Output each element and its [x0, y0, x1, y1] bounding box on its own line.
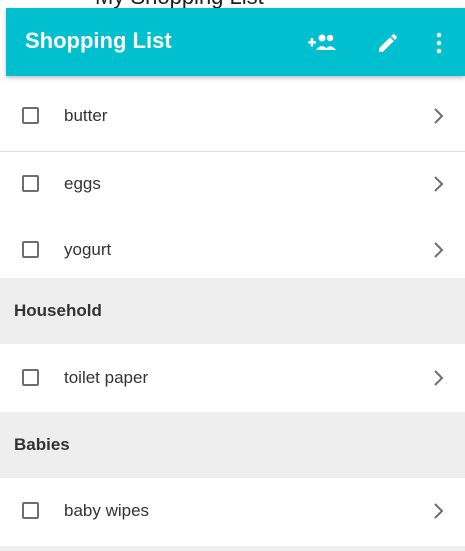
app-bar: Shopping List: [6, 8, 465, 76]
shopping-list: butter eggs yogurt Household toilet pape…: [0, 76, 465, 551]
window-title-strip: My Shopping List: [0, 0, 465, 8]
section-header: Babies: [0, 412, 465, 478]
section-label: Household: [14, 301, 102, 320]
section-header-partial: [0, 546, 465, 551]
list-item[interactable]: toilet paper: [0, 346, 465, 414]
pencil-icon[interactable]: [373, 28, 403, 58]
more-vert-icon[interactable]: [424, 28, 454, 58]
add-people-icon[interactable]: [307, 28, 337, 58]
list-item[interactable]: baby wipes: [0, 479, 465, 547]
window-title-text: My Shopping List: [95, 0, 264, 8]
item-label: toilet paper: [64, 368, 149, 387]
item-label: butter: [64, 106, 108, 125]
item-checkbox[interactable]: [22, 175, 39, 192]
item-checkbox[interactable]: [22, 502, 39, 519]
chevron-right-icon[interactable]: [431, 106, 447, 126]
chevron-right-icon[interactable]: [431, 174, 447, 194]
item-label: yogurt: [64, 240, 112, 259]
chevron-right-icon[interactable]: [431, 240, 447, 260]
section-header: Household: [0, 278, 465, 344]
item-label: baby wipes: [64, 501, 150, 520]
app-title: Shopping List: [25, 28, 172, 53]
item-checkbox[interactable]: [22, 107, 39, 124]
chevron-right-icon[interactable]: [431, 501, 447, 521]
list-item[interactable]: yogurt: [0, 218, 465, 286]
list-item[interactable]: butter: [0, 84, 465, 152]
item-checkbox[interactable]: [22, 241, 39, 258]
item-label: eggs: [64, 174, 101, 193]
item-checkbox[interactable]: [22, 369, 39, 386]
chevron-right-icon[interactable]: [431, 368, 447, 388]
list-item[interactable]: eggs: [0, 152, 465, 220]
section-label: Babies: [14, 435, 70, 454]
